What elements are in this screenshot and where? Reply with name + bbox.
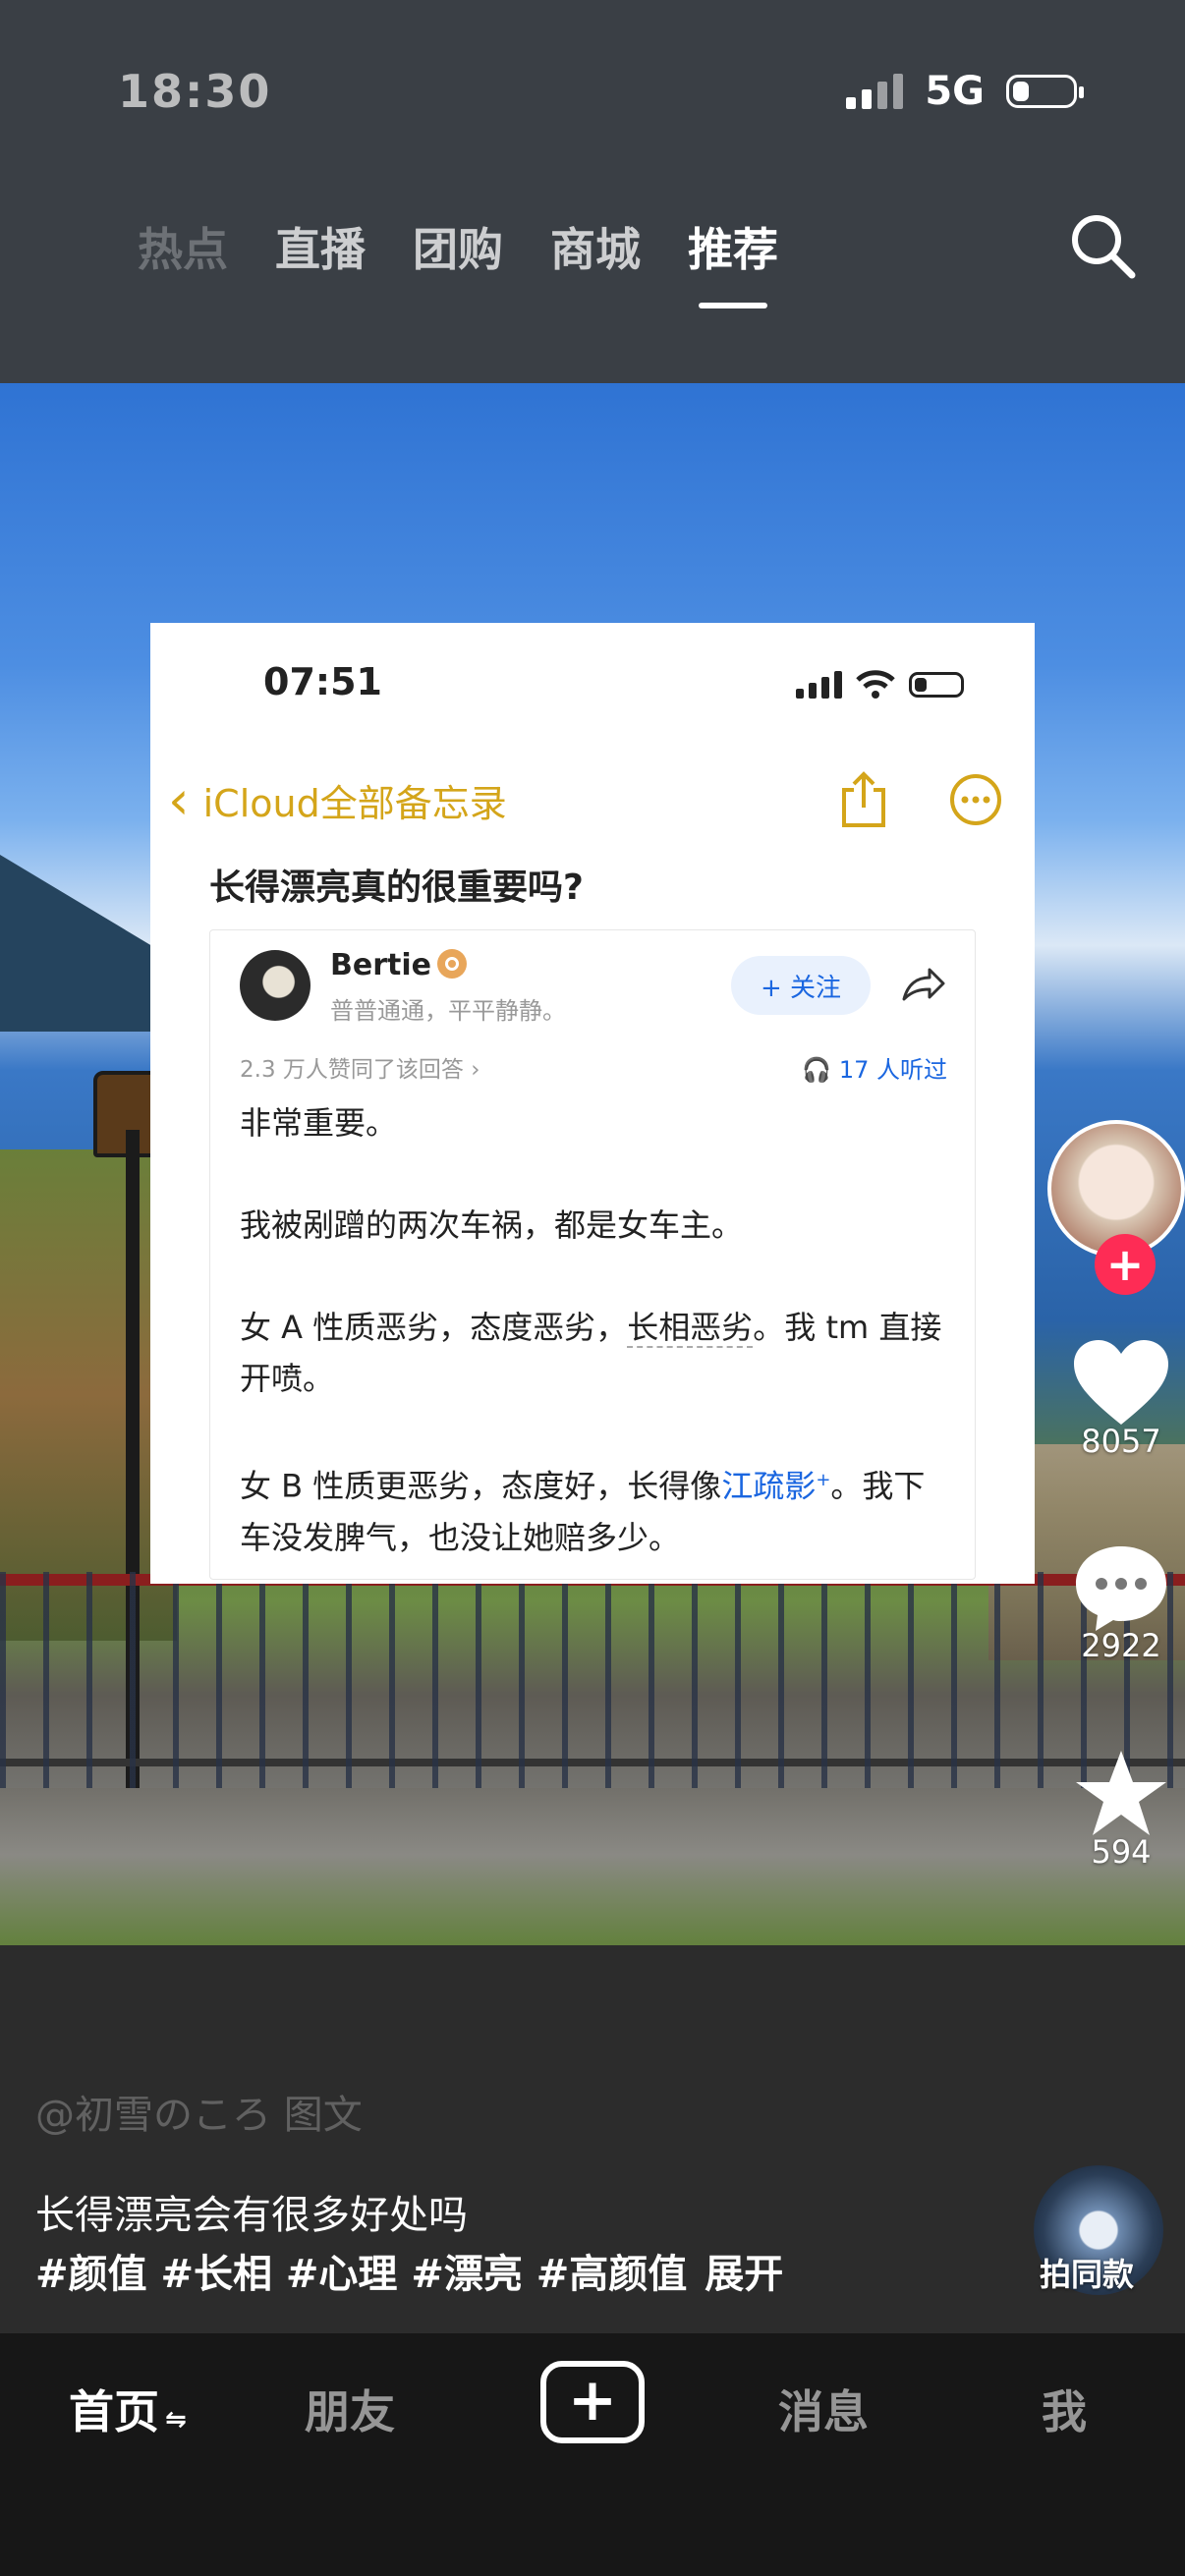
search-icon[interactable]: [1067, 210, 1138, 281]
status-indicators: 5G: [846, 69, 1084, 114]
memo-nav-bar: ‹ iCloud全部备忘录: [168, 760, 1023, 839]
like-button[interactable]: 8057: [1057, 1338, 1185, 1460]
answer-paragraph: 非常重要。: [240, 1104, 398, 1142]
author-avatar: [240, 950, 310, 1021]
answer-body: 非常重要。 我被剐蹭的两次车祸，都是女车主。 女 A 性质恶劣，态度恶劣，长相恶…: [240, 1097, 947, 1563]
follow-plus-button[interactable]: +: [1095, 1234, 1156, 1295]
bottom-tab-bar: 首页 ⇋ 朋友 + 消息 我: [0, 2333, 1185, 2576]
author-name: Bertie: [330, 948, 431, 982]
top-nav-tabs: 关注 热点 直播 团购 商城 推荐: [138, 214, 1018, 279]
celebrity-link[interactable]: 江疏影: [721, 1468, 816, 1505]
memo-status-time: 07:51: [263, 660, 382, 703]
caption-title: 长得漂亮会有很多好处吗: [35, 2193, 468, 2238]
dotted-phrase: 长相恶劣: [627, 1309, 754, 1348]
memo-back-title[interactable]: iCloud全部备忘录: [203, 773, 507, 827]
answer-card: Bertie 普普通通，平平静静。 + 关注 2.3 万人赞同了该回答 › 🎧 …: [209, 929, 976, 1580]
memo-screenshot-card: 07:51 ‹ iCloud全部备忘录 长得漂亮真的很重要吗? Bertie 普…: [150, 623, 1035, 1584]
fence-bars: [0, 1572, 1185, 1788]
tab-home-label: 首页: [69, 2385, 159, 2438]
listened-count[interactable]: 🎧 17 人听过: [802, 1050, 947, 1085]
badge-icon: [436, 949, 467, 979]
follow-author-button[interactable]: + 关注: [731, 956, 871, 1015]
share-arrow-icon[interactable]: [898, 960, 947, 1009]
tab-me[interactable]: 我: [1042, 2377, 1087, 2441]
star-icon: [1076, 1751, 1166, 1835]
tab-recommend[interactable]: 推荐: [688, 214, 778, 279]
switch-icon: ⇋: [165, 2405, 187, 2435]
like-count: 8057: [1081, 1423, 1161, 1460]
approve-count[interactable]: 2.3 万人赞同了该回答 ›: [240, 1050, 480, 1084]
status-time: 18:30: [118, 65, 272, 118]
author-name-row: Bertie: [330, 948, 467, 982]
headphones-icon: 🎧: [802, 1056, 832, 1084]
memo-question: 长得漂亮真的很重要吗?: [209, 868, 584, 908]
caption-tags: #颜值 #长相 #心理 #漂亮 #高颜值 展开: [35, 2242, 783, 2299]
heart-icon: [1074, 1340, 1168, 1425]
battery-icon: [1006, 75, 1084, 108]
memo-status-bar: 07:51: [150, 660, 1035, 719]
signal-icon: [846, 74, 904, 109]
share-upload-icon[interactable]: [838, 770, 889, 829]
author-handle[interactable]: @初雪のころ 图文: [35, 2083, 363, 2140]
answer-paragraph: 女 B 性质更恶劣，态度好，长得像江疏影+。我下车没发脾气，也没让她赔多少。: [240, 1467, 926, 1556]
comment-count: 2922: [1081, 1627, 1161, 1664]
memo-signal-icon: [796, 671, 842, 699]
more-options-icon[interactable]: [948, 772, 1003, 827]
top-header: 18:30 5G 关注 热点 直播 团购 商城 推荐: [0, 0, 1185, 383]
make-same-style-button[interactable]: 拍同款: [1040, 2250, 1134, 2295]
tab-mall[interactable]: 商城: [550, 214, 641, 279]
memo-status-indicators: [796, 670, 964, 700]
tab-hot[interactable]: 热点: [138, 214, 228, 279]
create-post-button[interactable]: +: [540, 2361, 645, 2443]
paved-ground: [0, 1788, 1185, 1955]
memo-actions: [838, 760, 1003, 839]
favorite-button[interactable]: 594: [1057, 1749, 1185, 1871]
expand-caption-button[interactable]: 展开: [705, 2252, 783, 2297]
network-label: 5G: [925, 69, 985, 114]
answer-paragraph: 我被剐蹭的两次车祸，都是女车主。: [240, 1206, 744, 1244]
chevron-left-icon[interactable]: ‹: [168, 769, 190, 831]
tab-friends[interactable]: 朋友: [305, 2377, 395, 2441]
tab-home[interactable]: 首页 ⇋: [69, 2377, 187, 2441]
hashtags[interactable]: #颜值 #长相 #心理 #漂亮 #高颜值: [35, 2252, 687, 2297]
comment-icon: [1076, 1546, 1166, 1631]
comment-button[interactable]: 2922: [1057, 1542, 1185, 1664]
wifi-icon: [856, 670, 895, 699]
tab-group-buy[interactable]: 团购: [413, 214, 503, 279]
tab-live[interactable]: 直播: [275, 214, 366, 279]
memo-battery-icon: [909, 672, 964, 698]
answer-paragraph: 女 A 性质恶劣，态度恶劣，长相恶劣。我 tm 直接开喷。: [240, 1309, 942, 1397]
favorite-count: 594: [1091, 1833, 1152, 1871]
plus-icon: +: [567, 2366, 618, 2435]
author-signature: 普普通通，平平静静。: [330, 997, 566, 1025]
tab-messages[interactable]: 消息: [778, 2377, 869, 2441]
app-screen: 18:30 5G 关注 热点 直播 团购 商城 推荐: [0, 0, 1185, 2576]
